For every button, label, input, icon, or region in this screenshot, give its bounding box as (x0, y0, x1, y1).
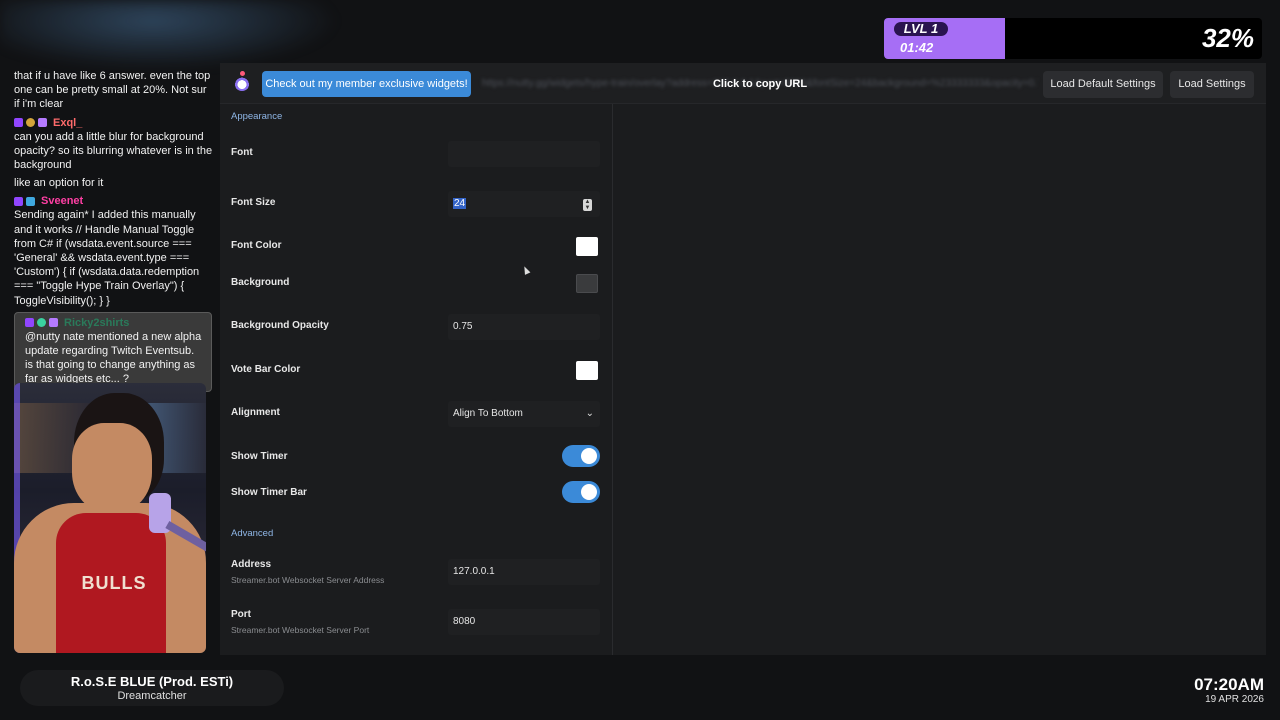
now-playing-title: R.o.S.E BLUE (Prod. ESTi) (70, 674, 234, 689)
chevron-down-icon: ⌄ (585, 408, 594, 419)
chat-message-text: that if u have like 6 answer. even the t… (14, 70, 211, 111)
hype-train-bar: LVL 1 01:42 32% (884, 18, 1262, 59)
address-input[interactable]: 127.0.0.1 (448, 559, 600, 585)
member-widgets-button[interactable]: Check out my member exclusive widgets! (262, 71, 471, 97)
toggle-knob (581, 484, 597, 500)
chat-message: Sveenet Sending again* I added this manu… (14, 194, 214, 307)
webcam-person-face (72, 423, 152, 513)
font-size-label: Font Size (231, 197, 276, 208)
show-timer-bar-toggle[interactable] (562, 481, 600, 503)
hype-train-timer: 01:42 (900, 40, 934, 55)
alignment-value: Align To Bottom (453, 408, 523, 419)
clock-date: 19 APR 2026 (1205, 694, 1264, 705)
chat-message-text: @nutty nate mentioned a new alpha update… (25, 330, 202, 386)
shield-badge-icon (37, 318, 46, 328)
show-timer-toggle[interactable] (562, 445, 600, 467)
widget-preview-area (613, 104, 1266, 655)
font-label: Font (231, 147, 253, 158)
stepper-icon[interactable]: ▲ ▼ (583, 199, 592, 211)
background-opacity-label: Background Opacity (231, 320, 329, 331)
vote-bar-color-label: Vote Bar Color (231, 364, 301, 375)
background-blur (0, 0, 340, 70)
webcam-jersey-text: BULLS (81, 573, 147, 593)
twitch-badge-icon (14, 118, 23, 128)
twitch-badge-icon (14, 196, 23, 206)
chat-username[interactable]: Ricky2shirts (64, 316, 129, 330)
load-default-settings-button[interactable]: Load Default Settings (1043, 71, 1163, 98)
port-sublabel: Streamer.bot Websocket Server Port (231, 625, 370, 635)
alignment-label: Alignment (231, 407, 280, 418)
gold-badge-icon (26, 118, 35, 128)
now-playing-artist: Dreamcatcher (117, 690, 187, 702)
font-input[interactable] (448, 141, 600, 167)
logo-icon[interactable] (234, 75, 250, 91)
font-color-swatch[interactable] (576, 237, 598, 256)
background-label: Background (231, 277, 290, 288)
address-sublabel: Streamer.bot Websocket Server Address (231, 575, 385, 585)
appearance-section-header: Appearance (231, 111, 283, 122)
show-timer-label: Show Timer (231, 451, 288, 462)
widget-url-field[interactable]: https://nutty.gg/widgets/hype-train/over… (482, 71, 1038, 97)
show-timer-bar-label: Show Timer Bar (231, 487, 307, 498)
vote-bar-color-swatch[interactable] (576, 361, 598, 380)
background-opacity-input[interactable]: 0.75 (448, 314, 600, 340)
hype-train-percent: 32% (1201, 23, 1254, 53)
chat-message-text: Sending again* I added this manually and… (14, 209, 200, 307)
toggle-knob (581, 448, 597, 464)
webcam-feed: BULLS (14, 383, 206, 653)
crown-badge-icon (26, 196, 35, 206)
twitch-badge-icon (25, 318, 34, 328)
sub-badge-icon (38, 118, 47, 128)
chat-username[interactable]: Exql_ (53, 116, 82, 130)
advanced-section-header: Advanced (231, 528, 274, 539)
background-color-swatch[interactable] (576, 274, 598, 293)
chat-message-text: can you add a little blur for background… (14, 130, 213, 172)
now-playing: R.o.S.E BLUE (Prod. ESTi) Dreamcatcher (20, 670, 284, 706)
chat-message: like an option for it (14, 176, 214, 190)
port-input[interactable]: 8080 (448, 609, 600, 635)
chat-message: Exql_ can you add a little blur for back… (14, 116, 214, 173)
chat-username[interactable]: Sveenet (41, 194, 83, 208)
alignment-select[interactable]: Align To Bottom ⌄ (448, 401, 600, 427)
clock: 07:20AM 19 APR 2026 (1194, 675, 1264, 706)
chat-panel: that if u have like 6 answer. even the t… (14, 69, 214, 396)
font-size-input[interactable]: 24 ▲ ▼ (448, 191, 600, 217)
sub-badge-icon (49, 318, 58, 328)
address-label: Address (231, 559, 272, 570)
copy-url-hint: Click to copy URL (712, 78, 808, 90)
font-size-value: 24 (453, 198, 467, 209)
load-settings-button[interactable]: Load Settings (1170, 71, 1254, 98)
clock-time: 07:20AM (1194, 675, 1264, 694)
toolbar: Check out my member exclusive widgets! h… (220, 63, 1266, 104)
chat-message: that if u have like 6 answer. even the t… (14, 69, 214, 112)
widget-settings-window: Check out my member exclusive widgets! h… (220, 63, 1266, 655)
font-color-label: Font Color (231, 240, 282, 251)
hype-train-level: LVL 1 (894, 22, 948, 36)
port-label: Port (231, 609, 251, 620)
settings-panel: Appearance Font Font Size 24 ▲ ▼ Font Col… (220, 104, 613, 655)
chat-message-highlighted: Ricky2shirts @nutty nate mentioned a new… (14, 311, 212, 392)
logo-dot-icon (240, 71, 245, 76)
chat-message-text: like an option for it (14, 177, 104, 190)
